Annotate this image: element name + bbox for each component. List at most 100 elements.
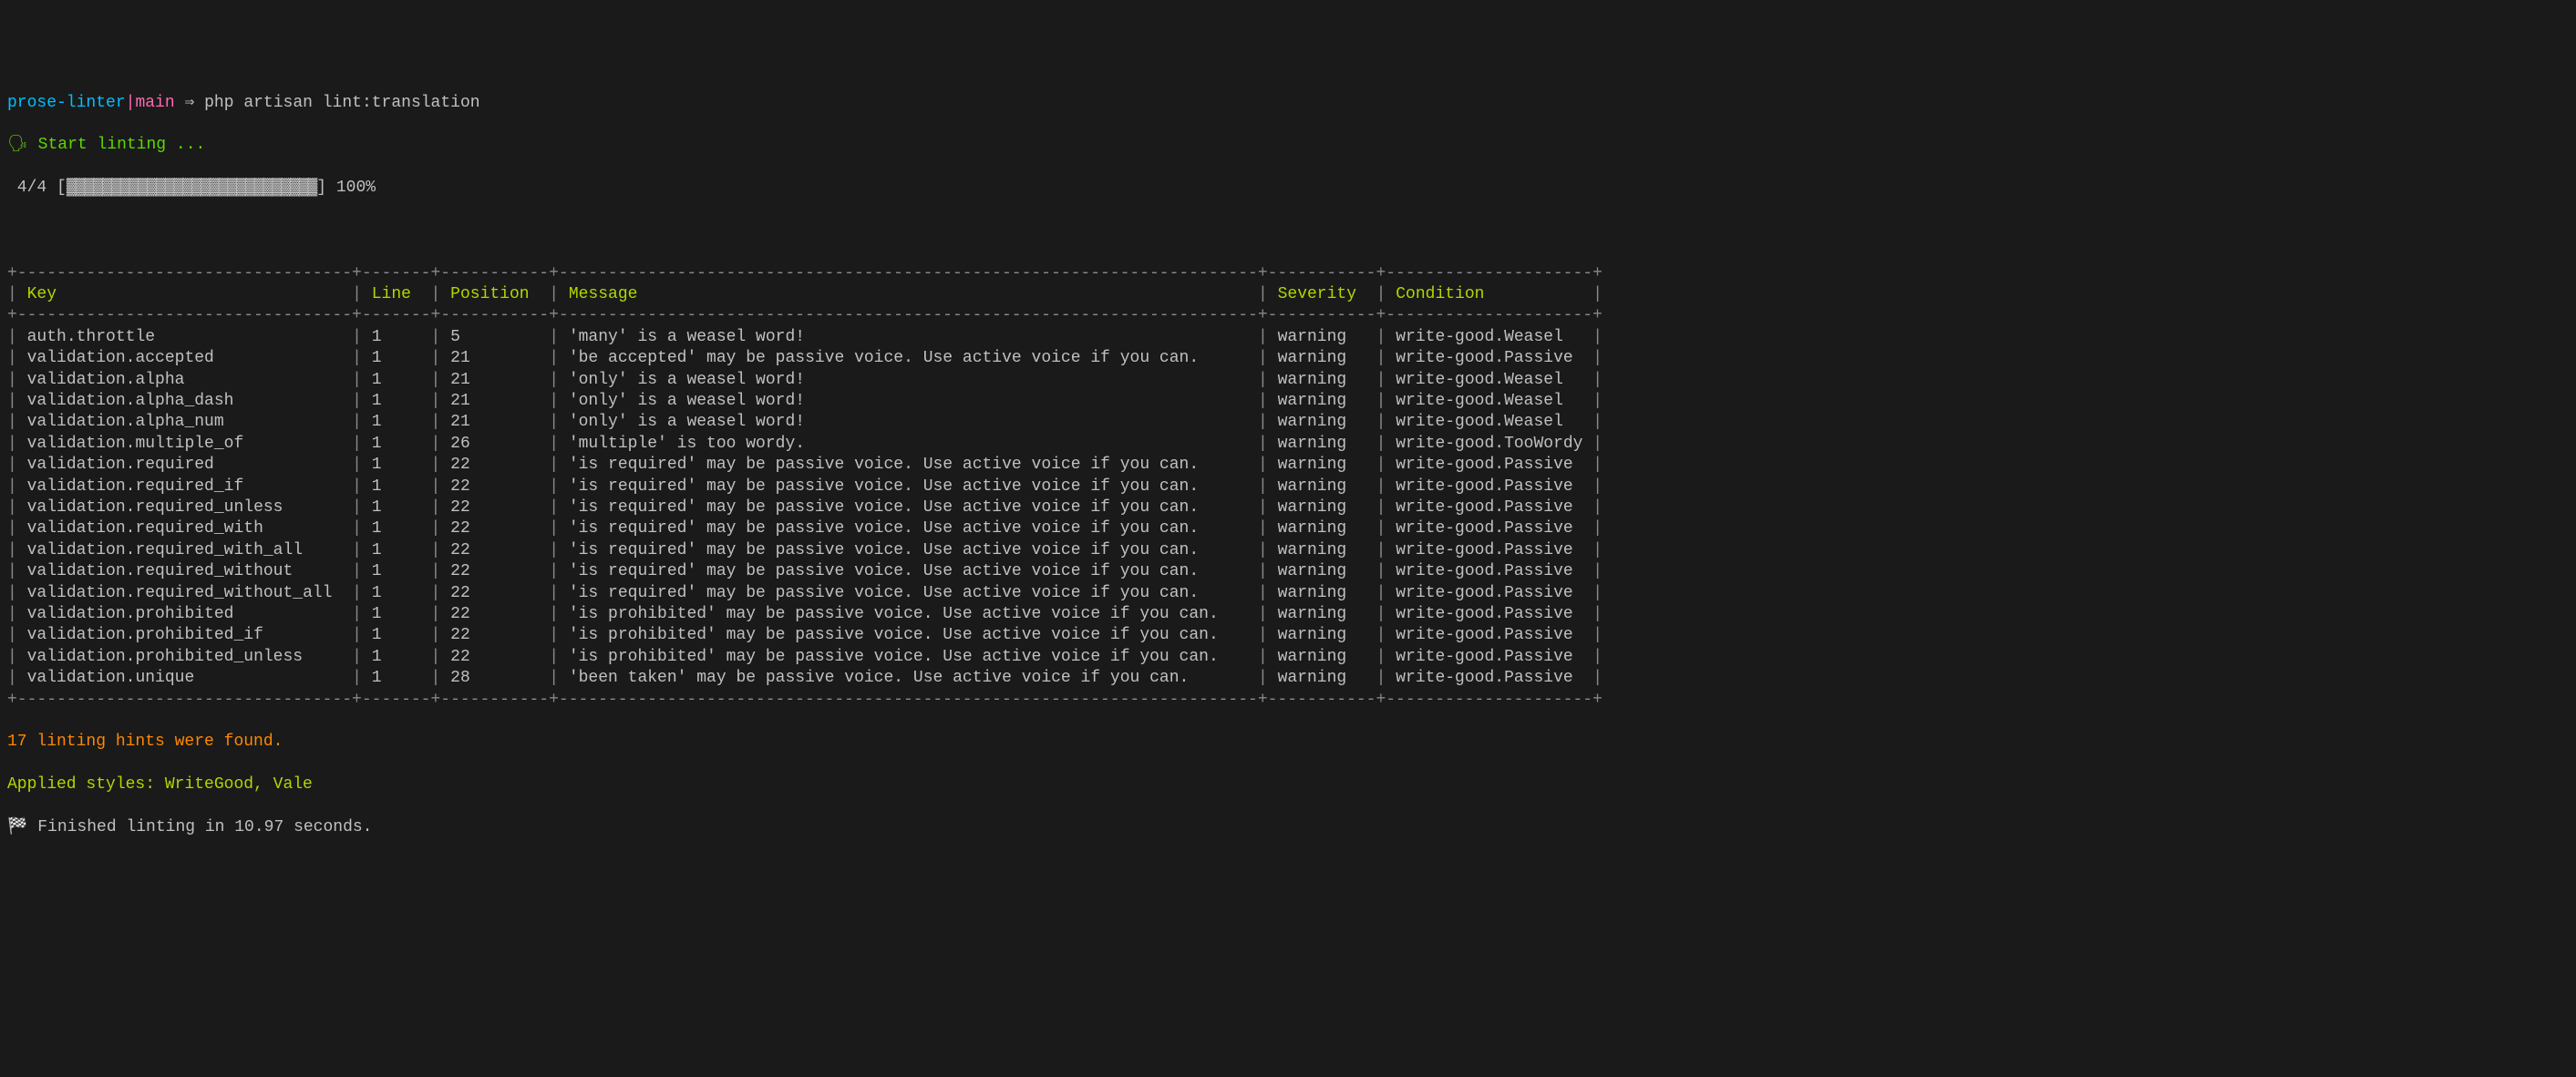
cell-message: 'is required' may be passive voice. Use … bbox=[569, 584, 1248, 602]
cell-key: validation.required bbox=[27, 456, 343, 474]
cell-severity: warning bbox=[1278, 648, 1366, 666]
cell-line: 1 bbox=[372, 669, 421, 687]
prompt-command: php artisan lint:translation bbox=[204, 94, 479, 112]
progress-percent: 100% bbox=[336, 179, 376, 197]
cell-position: 22 bbox=[450, 456, 539, 474]
cell-message: 'be accepted' may be passive voice. Use … bbox=[569, 349, 1248, 367]
progress-bar-end: ] bbox=[316, 179, 336, 197]
lint-results-table: +----------------------------------+----… bbox=[7, 263, 2569, 711]
progress-line: 4/4 [▓▓▓▓▓▓▓▓▓▓▓▓▓▓▓▓▓▓▓▓▓▓▓▓▓▓▓▓] 100% bbox=[7, 178, 2569, 199]
table-row: | validation.prohibited_if | 1 | 22 | 'i… bbox=[7, 625, 2569, 646]
cell-line: 1 bbox=[372, 626, 421, 644]
cell-message: Message bbox=[569, 285, 1248, 303]
cell-severity: warning bbox=[1278, 435, 1366, 453]
cell-severity: warning bbox=[1278, 626, 1366, 644]
cell-condition: write-good.Passive bbox=[1396, 669, 1582, 687]
cell-condition: write-good.Passive bbox=[1396, 648, 1582, 666]
cell-key: validation.required_with bbox=[27, 519, 343, 538]
table-row: | auth.throttle | 1 | 5 | 'many' is a we… bbox=[7, 327, 2569, 348]
cell-message: 'is prohibited' may be passive voice. Us… bbox=[569, 605, 1248, 623]
cell-key: validation.accepted bbox=[27, 349, 343, 367]
cell-position: 5 bbox=[450, 328, 539, 346]
cell-line: 1 bbox=[372, 456, 421, 474]
cell-line: 1 bbox=[372, 477, 421, 496]
speaking-icon: 🗣 bbox=[7, 136, 28, 154]
start-text: Start linting ... bbox=[28, 136, 205, 154]
cell-position: 21 bbox=[450, 371, 539, 389]
cell-message: 'only' is a weasel word! bbox=[569, 413, 1248, 431]
cell-position: 22 bbox=[450, 498, 539, 517]
cell-position: Position bbox=[450, 285, 539, 303]
cell-line: 1 bbox=[372, 328, 421, 346]
cell-key: validation.alpha bbox=[27, 371, 343, 389]
table-row: | validation.accepted | 1 | 21 | 'be acc… bbox=[7, 348, 2569, 369]
table-row: | validation.required_unless | 1 | 22 | … bbox=[7, 497, 2569, 518]
cell-message: 'is prohibited' may be passive voice. Us… bbox=[569, 626, 1248, 644]
cell-line: 1 bbox=[372, 392, 421, 410]
prompt-project: prose-linter bbox=[7, 94, 126, 112]
cell-key: validation.required_without_all bbox=[27, 584, 343, 602]
cell-condition: write-good.TooWordy bbox=[1396, 435, 1582, 453]
finished-text: Finished linting in 10.97 seconds. bbox=[27, 818, 372, 836]
cell-condition: write-good.Passive bbox=[1396, 519, 1582, 538]
cell-severity: warning bbox=[1278, 349, 1366, 367]
cell-key: validation.required_with_all bbox=[27, 541, 343, 559]
cell-severity: warning bbox=[1278, 456, 1366, 474]
cell-key: validation.required_if bbox=[27, 477, 343, 496]
cell-severity: warning bbox=[1278, 584, 1366, 602]
cell-position: 21 bbox=[450, 413, 539, 431]
cell-condition: write-good.Weasel bbox=[1396, 328, 1582, 346]
cell-position: 22 bbox=[450, 605, 539, 623]
cell-key: Key bbox=[27, 285, 343, 303]
applied-styles-line: Applied styles: WriteGood, Vale bbox=[7, 774, 2569, 795]
cell-message: 'only' is a weasel word! bbox=[569, 392, 1248, 410]
summary-hints: 17 linting hints were found. bbox=[7, 732, 2569, 753]
table-row: | validation.required_with_all | 1 | 22 … bbox=[7, 540, 2569, 561]
start-linting-line: 🗣 Start linting ... bbox=[7, 135, 2569, 156]
cell-message: 'is required' may be passive voice. Use … bbox=[569, 498, 1248, 517]
cell-condition: write-good.Passive bbox=[1396, 498, 1582, 517]
cell-condition: write-good.Weasel bbox=[1396, 413, 1582, 431]
prompt-line[interactable]: prose-linter|main ⇒ php artisan lint:tra… bbox=[7, 93, 2569, 114]
cell-line: 1 bbox=[372, 584, 421, 602]
cell-message: 'is required' may be passive voice. Use … bbox=[569, 456, 1248, 474]
cell-severity: warning bbox=[1278, 498, 1366, 517]
prompt-arrow: ⇒ bbox=[175, 94, 204, 112]
table-row: | validation.unique | 1 | 28 | 'been tak… bbox=[7, 668, 2569, 689]
cell-key: validation.unique bbox=[27, 669, 343, 687]
table-row: | validation.required_if | 1 | 22 | 'is … bbox=[7, 477, 2569, 497]
progress-bar: ▓▓▓▓▓▓▓▓▓▓▓▓▓▓▓▓▓▓▓▓▓▓▓▓▓▓▓▓ bbox=[67, 179, 316, 197]
table-row: | validation.required_without | 1 | 22 |… bbox=[7, 561, 2569, 582]
cell-condition: write-good.Passive bbox=[1396, 626, 1582, 644]
cell-severity: warning bbox=[1278, 477, 1366, 496]
cell-line: 1 bbox=[372, 413, 421, 431]
cell-position: 21 bbox=[450, 349, 539, 367]
cell-condition: write-good.Passive bbox=[1396, 456, 1582, 474]
cell-key: validation.required_without bbox=[27, 562, 343, 580]
cell-position: 22 bbox=[450, 648, 539, 666]
cell-line: 1 bbox=[372, 541, 421, 559]
cell-key: validation.alpha_dash bbox=[27, 392, 343, 410]
cell-message: 'is required' may be passive voice. Use … bbox=[569, 541, 1248, 559]
table-row: | validation.prohibited | 1 | 22 | 'is p… bbox=[7, 604, 2569, 625]
table-row: | validation.multiple_of | 1 | 26 | 'mul… bbox=[7, 434, 2569, 455]
cell-key: validation.prohibited_unless bbox=[27, 648, 343, 666]
cell-key: auth.throttle bbox=[27, 328, 343, 346]
cell-message: 'multiple' is too wordy. bbox=[569, 435, 1248, 453]
cell-condition: write-good.Passive bbox=[1396, 477, 1582, 496]
table-row: | validation.required_with | 1 | 22 | 'i… bbox=[7, 518, 2569, 539]
cell-condition: write-good.Passive bbox=[1396, 562, 1582, 580]
cell-severity: warning bbox=[1278, 541, 1366, 559]
table-border: +----------------------------------+----… bbox=[7, 690, 2569, 711]
table-border: +----------------------------------+----… bbox=[7, 263, 2569, 284]
cell-severity: Severity bbox=[1278, 285, 1366, 303]
checkered-flag-icon: 🏁 bbox=[7, 818, 27, 836]
cell-key: validation.multiple_of bbox=[27, 435, 343, 453]
cell-message: 'is required' may be passive voice. Use … bbox=[569, 477, 1248, 496]
cell-message: 'many' is a weasel word! bbox=[569, 328, 1248, 346]
cell-position: 22 bbox=[450, 584, 539, 602]
cell-key: validation.prohibited bbox=[27, 605, 343, 623]
cell-line: Line bbox=[372, 285, 421, 303]
cell-key: validation.required_unless bbox=[27, 498, 343, 517]
blank-line bbox=[7, 221, 2569, 241]
